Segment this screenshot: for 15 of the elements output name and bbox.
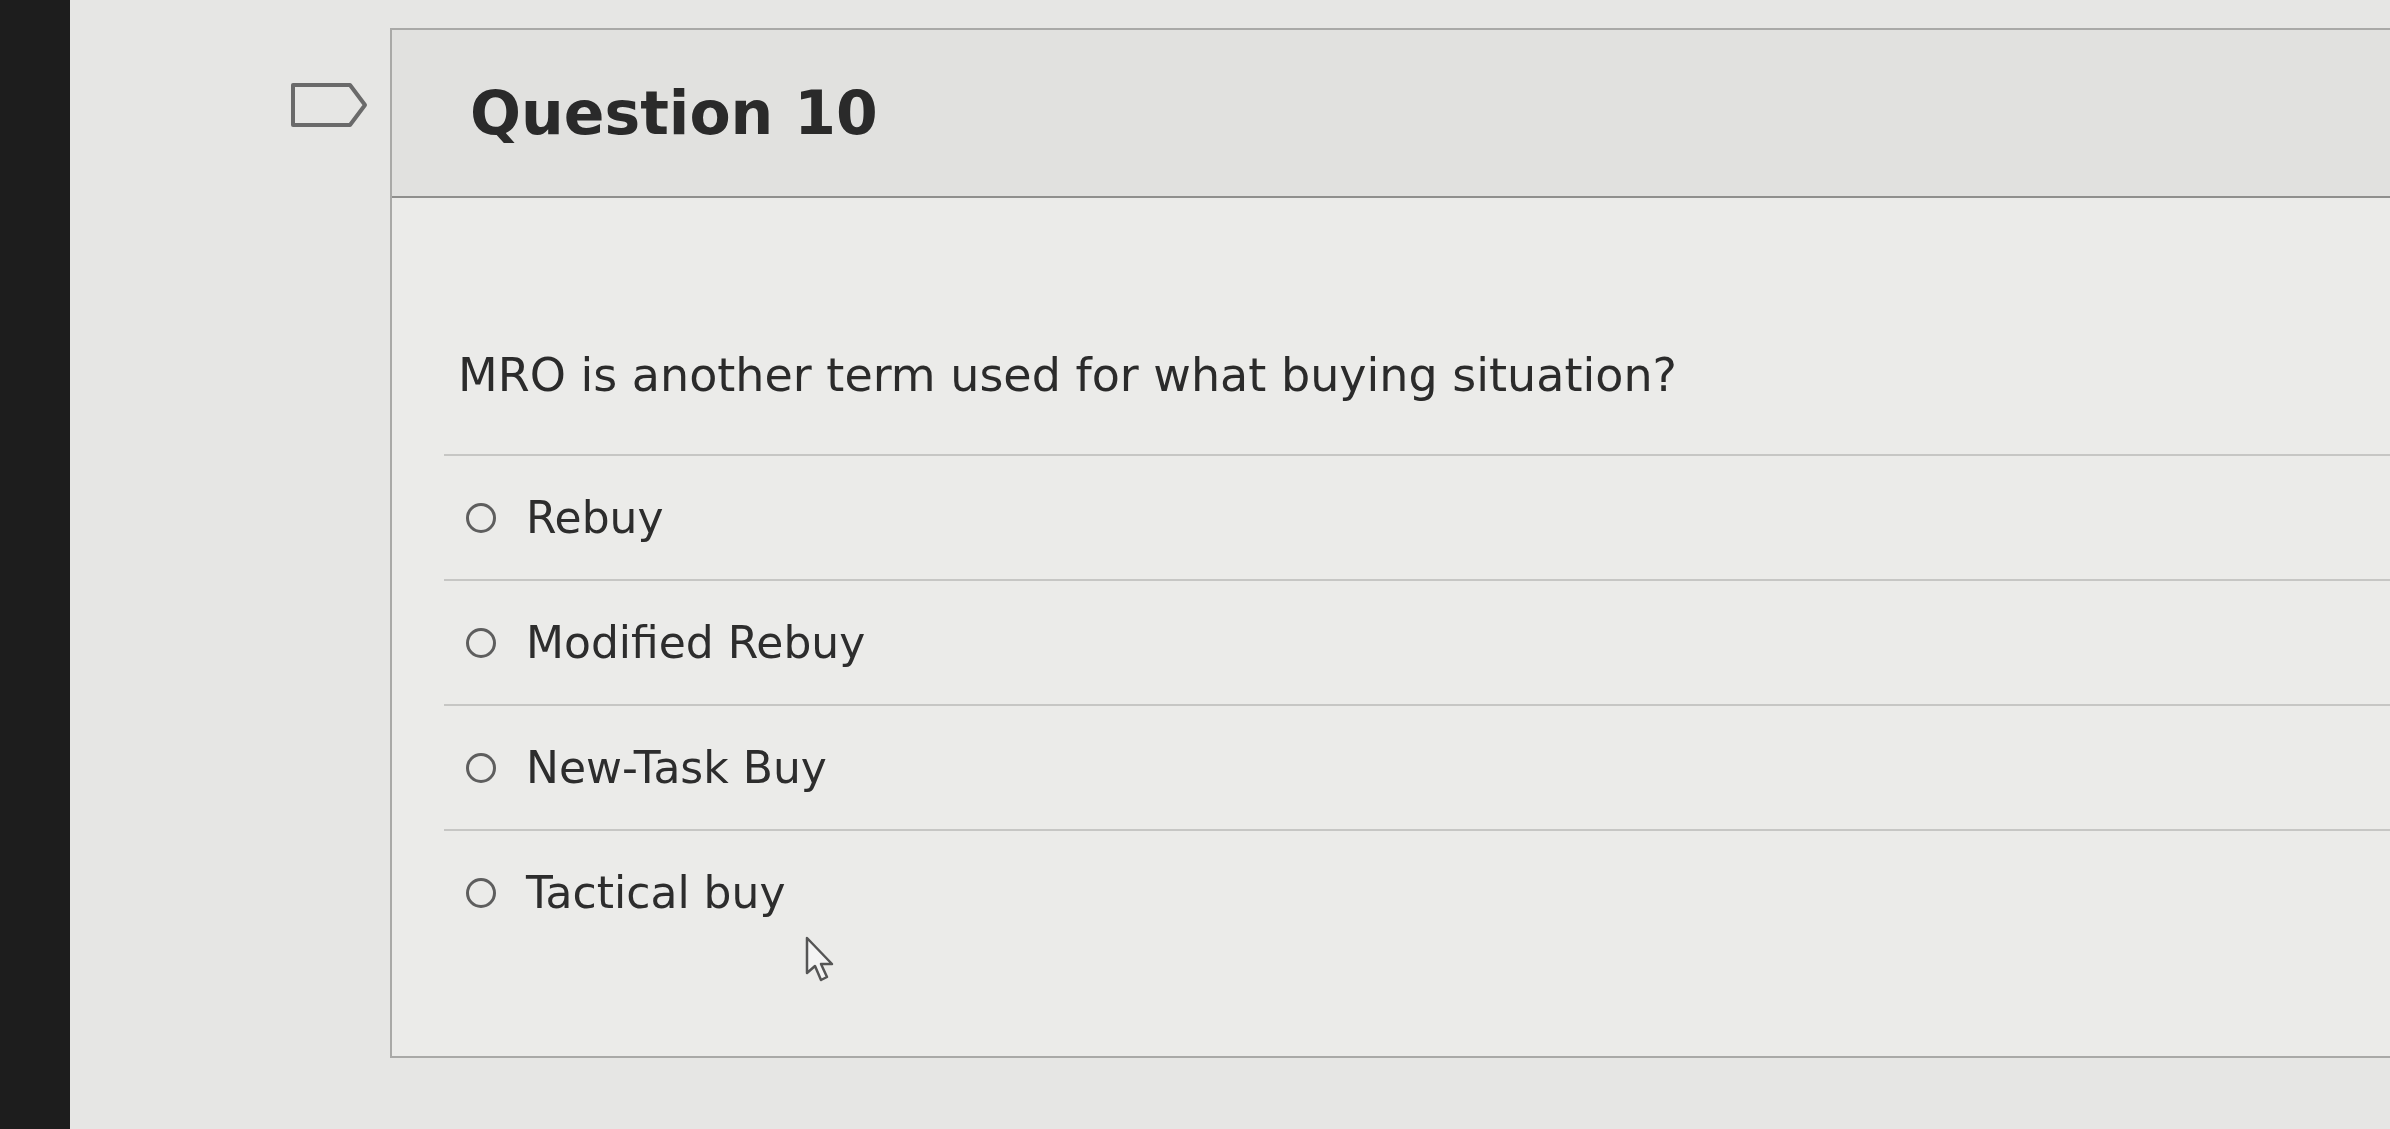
radio-button[interactable] [466, 627, 496, 658]
answer-option[interactable]: New-Task Buy [444, 704, 2390, 829]
option-label: Modified Rebuy [526, 617, 866, 668]
flag-icon[interactable] [290, 82, 368, 128]
answer-option[interactable]: Rebuy [444, 454, 2390, 579]
answer-option[interactable]: Tactical buy [444, 829, 2390, 954]
option-label: Rebuy [526, 492, 664, 543]
radio-button[interactable] [466, 752, 496, 783]
question-prompt: MRO is another term used for what buying situation? [458, 348, 1678, 402]
option-label: Tactical buy [526, 867, 786, 918]
option-label: New-Task Buy [526, 742, 827, 793]
question-title: Question 10 [470, 78, 878, 148]
radio-button[interactable] [466, 502, 496, 533]
answer-option[interactable]: Modified Rebuy [444, 579, 2390, 704]
radio-button[interactable] [466, 877, 496, 908]
